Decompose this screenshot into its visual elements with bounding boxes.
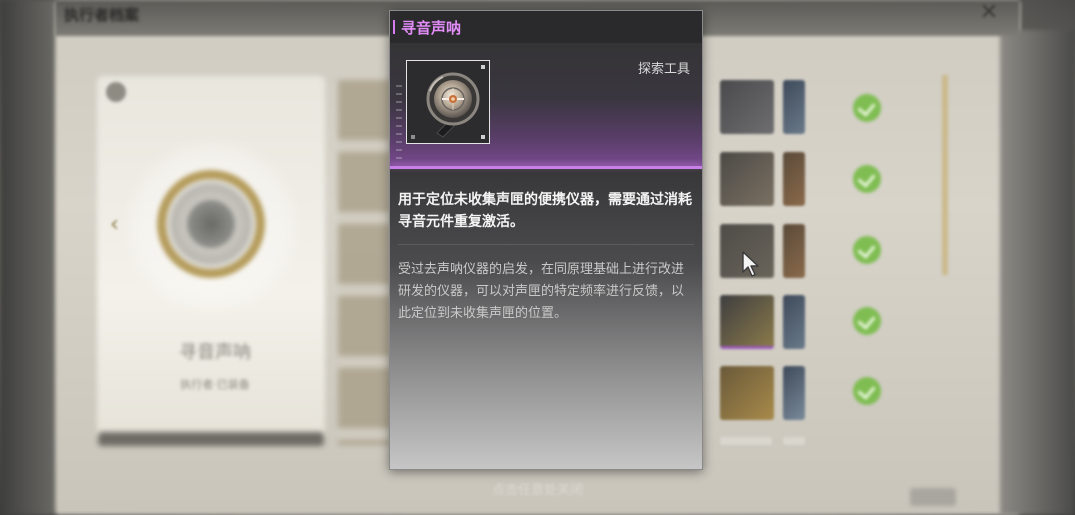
background-item-sub: 执行者·已装备 — [180, 378, 250, 391]
tooltip-title: 寻音声呐 — [401, 19, 462, 37]
check-icon — [853, 94, 881, 122]
background-item-tile[interactable] — [783, 224, 805, 278]
cursor-icon — [742, 251, 759, 277]
close-hint[interactable]: 点击任意处关闭 — [0, 479, 1075, 498]
info-icon[interactable] — [106, 82, 126, 102]
item-summary: 用于定位未收集声匣的便携仪器，需要通过消耗寻音元件重复激活。 — [398, 192, 692, 230]
background-edge-right — [1000, 30, 1075, 515]
background-item-tile[interactable] — [720, 152, 774, 206]
divider — [398, 244, 694, 245]
close-icon[interactable]: ✕ — [976, 0, 1002, 26]
sonar-device-icon — [426, 72, 480, 138]
check-icon — [853, 377, 881, 405]
check-icon — [853, 307, 881, 335]
banner-decoration — [396, 85, 402, 165]
item-description: 受过去声呐仪器的启发，在同原理基础上进行改进研发的仪器，可以对声匣的特定频率进行… — [398, 262, 685, 321]
background-divider — [783, 437, 805, 445]
background-item-column — [338, 80, 390, 445]
check-icon — [853, 165, 881, 193]
background-item-name: 寻音声呐 — [179, 342, 251, 363]
background-item-tile[interactable] — [720, 80, 774, 134]
background-item-tile[interactable] — [783, 152, 805, 206]
background-item-tile[interactable] — [783, 295, 805, 349]
item-tooltip[interactable]: 寻音声呐 探索工具 用于定位未收集声匣的便携仪器，需要通过消耗寻音元件重复激活。… — [389, 10, 703, 470]
background-card-shadow — [98, 432, 324, 446]
background-divider — [720, 437, 772, 445]
title-accent-bar — [393, 20, 395, 34]
background-item-tile[interactable] — [783, 80, 805, 134]
background-item-tile[interactable] — [720, 366, 774, 420]
tooltip-header: 寻音声呐 — [390, 11, 702, 43]
item-category: 探索工具 — [637, 62, 690, 77]
scrollbar[interactable] — [942, 75, 948, 275]
background-window-title: 执行者档案 — [64, 6, 140, 24]
check-icon — [853, 236, 881, 264]
background-item-tile[interactable] — [783, 366, 805, 420]
rarity-line — [390, 166, 702, 169]
item-icon-frame — [406, 60, 490, 144]
chevron-left-icon[interactable]: ‹ — [110, 212, 119, 237]
background-item-tile[interactable] — [720, 295, 774, 349]
sonar-device-icon — [157, 170, 265, 278]
background-edge-left — [0, 0, 56, 515]
